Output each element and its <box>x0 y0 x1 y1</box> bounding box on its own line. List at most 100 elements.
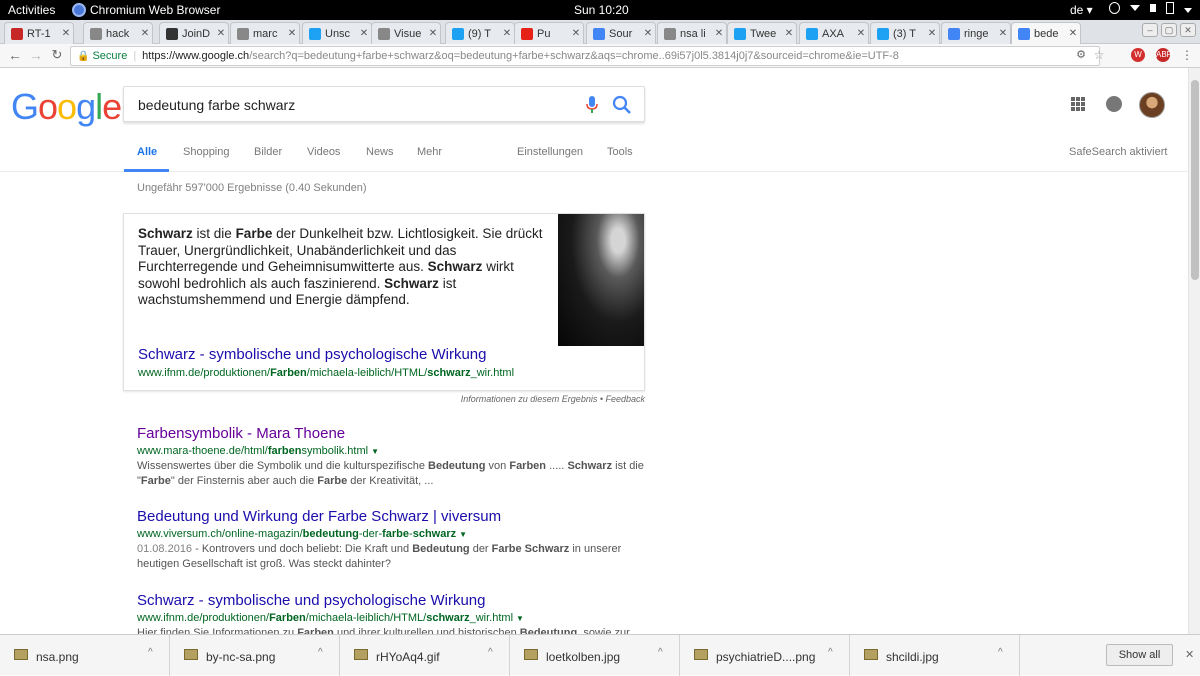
tab-label: Visue <box>394 27 422 40</box>
tab-close-icon[interactable]: ✕ <box>569 28 583 39</box>
tab-close-icon[interactable]: ✕ <box>925 28 939 39</box>
snippet-feedback[interactable]: Informationen zu diesem Ergebnis • Feedb… <box>123 394 645 404</box>
maximize-button[interactable]: ▢ <box>1161 23 1177 37</box>
tab-shopping[interactable]: Shopping <box>183 146 230 158</box>
adblock-icon[interactable]: ABP <box>1156 48 1172 62</box>
keyboard-layout-indicator[interactable]: de ▾ <box>1070 3 1093 17</box>
menu-icon[interactable]: ⋮ <box>1180 48 1194 62</box>
download-item[interactable]: shcildi.jpg ^ <box>850 635 1020 676</box>
result-title-link[interactable]: Schwarz - symbolische und psychologische… <box>137 592 657 609</box>
account-avatar[interactable] <box>1139 92 1165 118</box>
browser-tab[interactable]: Pu ✕ <box>514 22 584 44</box>
tab-close-icon[interactable]: ✕ <box>854 28 868 39</box>
browser-tab[interactable]: bede ✕ <box>1011 22 1081 44</box>
download-options-icon[interactable]: ^ <box>658 647 663 658</box>
download-options-icon[interactable]: ^ <box>318 647 323 658</box>
browser-tab[interactable]: nsa li ✕ <box>657 22 727 44</box>
tab-all[interactable]: Alle <box>137 146 157 158</box>
tab-videos[interactable]: Videos <box>307 146 340 158</box>
download-options-icon[interactable]: ^ <box>828 647 833 658</box>
browser-tab[interactable]: (3) T ✕ <box>870 22 940 44</box>
tab-favicon-icon <box>237 27 249 40</box>
result-menu-icon[interactable]: ▼ <box>459 530 467 539</box>
tab-close-icon[interactable]: ✕ <box>641 28 655 39</box>
tab-favicon-icon <box>1018 27 1030 40</box>
tab-close-icon[interactable]: ✕ <box>500 28 514 39</box>
volume-icon <box>1150 4 1156 12</box>
tab-more[interactable]: Mehr <box>417 146 442 158</box>
battery-icon <box>1166 2 1174 14</box>
extension-w-icon[interactable]: W <box>1131 48 1145 62</box>
browser-tab[interactable]: Twee ✕ <box>727 22 797 44</box>
tab-close-icon[interactable]: ✕ <box>782 28 796 39</box>
apps-grid-icon[interactable] <box>1071 97 1085 111</box>
browser-tab[interactable]: Sour ✕ <box>586 22 656 44</box>
tab-close-icon[interactable]: ✕ <box>138 28 152 39</box>
page-content: Google bedeutung farbe schwarz Alle Shop… <box>0 68 1188 634</box>
search-box[interactable]: bedeutung farbe schwarz <box>123 86 645 122</box>
tab-label: RT-1 <box>27 27 51 40</box>
forward-button[interactable]: → <box>27 47 45 63</box>
minimize-button[interactable]: – <box>1142 23 1158 37</box>
tab-images[interactable]: Bilder <box>254 146 282 158</box>
browser-tab[interactable]: Unsc ✕ <box>302 22 372 44</box>
tab-close-icon[interactable]: ✕ <box>996 28 1010 39</box>
safesearch-status[interactable]: SafeSearch aktiviert <box>1069 146 1167 158</box>
translate-icon[interactable]: ⚙ <box>1074 48 1088 62</box>
tab-close-icon[interactable]: ✕ <box>285 28 299 39</box>
close-download-bar-icon[interactable]: ✕ <box>1185 648 1194 661</box>
back-button[interactable]: ← <box>6 47 24 63</box>
browser-tab[interactable]: RT-1 ✕ <box>4 22 74 44</box>
show-all-downloads-button[interactable]: Show all <box>1106 644 1173 666</box>
download-item[interactable]: by-nc-sa.png ^ <box>170 635 340 676</box>
browser-tab[interactable]: AXA ✕ <box>799 22 869 44</box>
google-logo[interactable]: Google <box>11 86 122 128</box>
download-item[interactable]: rHYoAq4.gif ^ <box>340 635 510 676</box>
download-options-icon[interactable]: ^ <box>998 647 1003 658</box>
address-bar[interactable]: 🔒 Secure | https://www.google.ch/search?… <box>70 46 1100 66</box>
close-window-button[interactable]: ✕ <box>1180 23 1196 37</box>
tab-close-icon[interactable]: ✕ <box>59 28 73 39</box>
result-menu-icon[interactable]: ▼ <box>516 614 524 623</box>
app-menu[interactable]: Chromium Web Browser <box>72 3 220 17</box>
browser-tab[interactable]: Visue ✕ <box>371 22 441 44</box>
snippet-image[interactable] <box>558 214 644 346</box>
browser-tab[interactable]: ringe ✕ <box>941 22 1011 44</box>
notifications-icon[interactable] <box>1106 96 1122 112</box>
download-filename: by-nc-sa.png <box>206 650 276 664</box>
download-item[interactable]: loetkolben.jpg ^ <box>510 635 680 676</box>
scrollbar-thumb[interactable] <box>1191 80 1199 280</box>
browser-tab[interactable]: JoinD ✕ <box>159 22 229 44</box>
microphone-icon[interactable] <box>586 96 598 114</box>
page-scrollbar[interactable] <box>1188 68 1200 634</box>
snippet-title-link[interactable]: Schwarz - symbolische und psychologische… <box>138 346 486 363</box>
clock[interactable]: Sun 10:20 <box>574 3 629 17</box>
result-snippet-text: Wissenswertes über die Symbolik und die … <box>137 460 644 487</box>
browser-tab[interactable]: (9) T ✕ <box>445 22 515 44</box>
tab-close-icon[interactable]: ✕ <box>426 28 440 39</box>
tab-close-icon[interactable]: ✕ <box>1066 28 1080 39</box>
search-input[interactable]: bedeutung farbe schwarz <box>138 97 295 113</box>
reload-button[interactable]: ↻ <box>48 47 66 63</box>
download-options-icon[interactable]: ^ <box>488 647 493 658</box>
activities-button[interactable]: Activities <box>8 3 55 17</box>
result-title-link[interactable]: Farbensymbolik - Mara Thoene <box>137 425 657 442</box>
search-icon[interactable] <box>612 95 632 115</box>
tab-news[interactable]: News <box>366 146 394 158</box>
download-options-icon[interactable]: ^ <box>148 647 153 658</box>
tab-close-icon[interactable]: ✕ <box>712 28 726 39</box>
download-item[interactable]: psychiatrieD....png ^ <box>680 635 850 676</box>
bookmark-star-icon[interactable]: ☆ <box>1092 48 1106 62</box>
browser-tab[interactable]: hack ✕ <box>83 22 153 44</box>
result-title-link[interactable]: Bedeutung und Wirkung der Farbe Schwarz … <box>137 508 657 525</box>
tab-close-icon[interactable]: ✕ <box>214 28 228 39</box>
result-menu-icon[interactable]: ▼ <box>371 447 379 456</box>
image-file-icon <box>354 649 368 660</box>
settings-link[interactable]: Einstellungen <box>517 146 583 158</box>
browser-tab[interactable]: marc ✕ <box>230 22 300 44</box>
logo-letter: G <box>11 86 39 127</box>
system-tray[interactable] <box>1109 2 1192 14</box>
tools-link[interactable]: Tools <box>607 146 633 158</box>
tab-close-icon[interactable]: ✕ <box>357 28 371 39</box>
download-item[interactable]: nsa.png ^ <box>0 635 170 676</box>
